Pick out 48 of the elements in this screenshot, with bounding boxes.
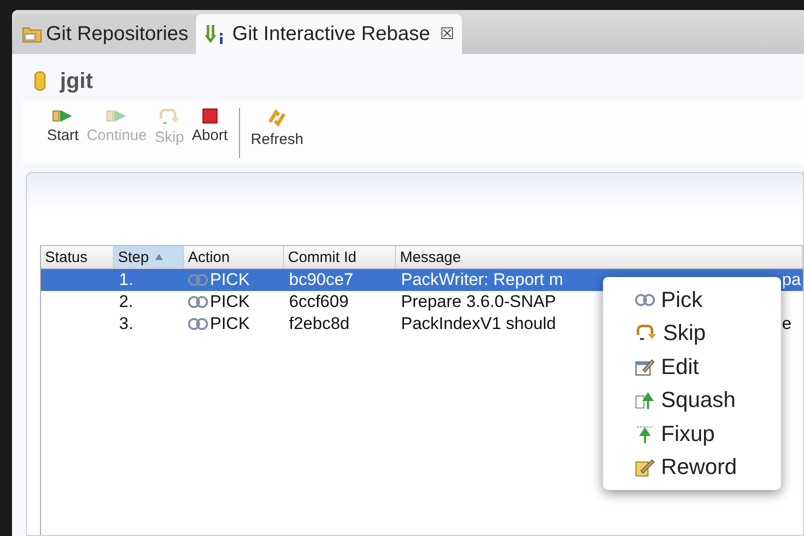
pick-icon bbox=[188, 294, 208, 310]
column-header[interactable]: Action bbox=[184, 246, 284, 268]
table-cell: PICK bbox=[210, 270, 250, 290]
toolbar-button[interactable]: Refresh bbox=[248, 108, 306, 158]
folder-icon bbox=[22, 25, 42, 43]
table-cell: e bbox=[782, 314, 792, 334]
menu-item[interactable]: Squash bbox=[603, 384, 781, 417]
play-icon bbox=[52, 108, 74, 124]
menu-item[interactable]: Pick bbox=[603, 283, 781, 316]
arrow-up-icon bbox=[635, 424, 655, 444]
squash-icon bbox=[635, 390, 655, 410]
table-cell: pa bbox=[782, 270, 801, 290]
sort-ascending-icon bbox=[154, 254, 163, 260]
close-icon[interactable]: ☒ bbox=[440, 24, 454, 44]
toolbar-button[interactable]: Start bbox=[44, 108, 82, 158]
table-cell: PICK bbox=[210, 292, 250, 312]
tab[interactable]: Git Repositories bbox=[14, 14, 196, 54]
table-cell: 3. bbox=[119, 314, 134, 333]
table-cell: bc90ce7 bbox=[289, 270, 354, 289]
refresh-icon bbox=[266, 108, 288, 128]
toolbar-button[interactable]: Abort bbox=[188, 108, 231, 158]
pick-icon bbox=[635, 292, 655, 308]
skip-icon bbox=[635, 324, 657, 342]
column-header[interactable]: Commit Id bbox=[284, 246, 396, 268]
menu-item[interactable]: Edit bbox=[603, 350, 781, 384]
table-cell: 1. bbox=[119, 270, 134, 289]
stop-icon bbox=[202, 108, 218, 124]
table-cell-text: Prepare 3.6.0-SNAP bbox=[401, 292, 557, 312]
repository-title: jgit bbox=[60, 68, 93, 94]
column-header[interactable]: Step bbox=[114, 246, 184, 268]
cylinder-icon bbox=[34, 71, 46, 91]
menu-item[interactable]: Skip bbox=[603, 316, 781, 350]
table-cell-text: PackWriter: Report m bbox=[401, 270, 564, 290]
edit-icon bbox=[635, 356, 655, 377]
play-icon bbox=[106, 108, 128, 124]
table-cell: f2ebc8d bbox=[289, 314, 350, 333]
table-cell: 6ccf609 bbox=[289, 292, 349, 311]
pick-icon bbox=[188, 272, 208, 288]
reword-icon bbox=[635, 457, 655, 478]
skip-icon bbox=[158, 108, 180, 126]
pick-icon bbox=[188, 316, 208, 332]
column-header[interactable]: Message bbox=[396, 246, 803, 268]
menu-item[interactable]: Fixup bbox=[603, 417, 781, 450]
table-cell: PICK bbox=[210, 314, 250, 334]
table-cell-text: PackIndexV1 should bbox=[401, 314, 557, 334]
table-cell: 2. bbox=[119, 292, 134, 311]
tab[interactable]: Git Interactive Rebase ☒ bbox=[196, 14, 462, 54]
menu-item[interactable]: Reword bbox=[603, 450, 781, 484]
